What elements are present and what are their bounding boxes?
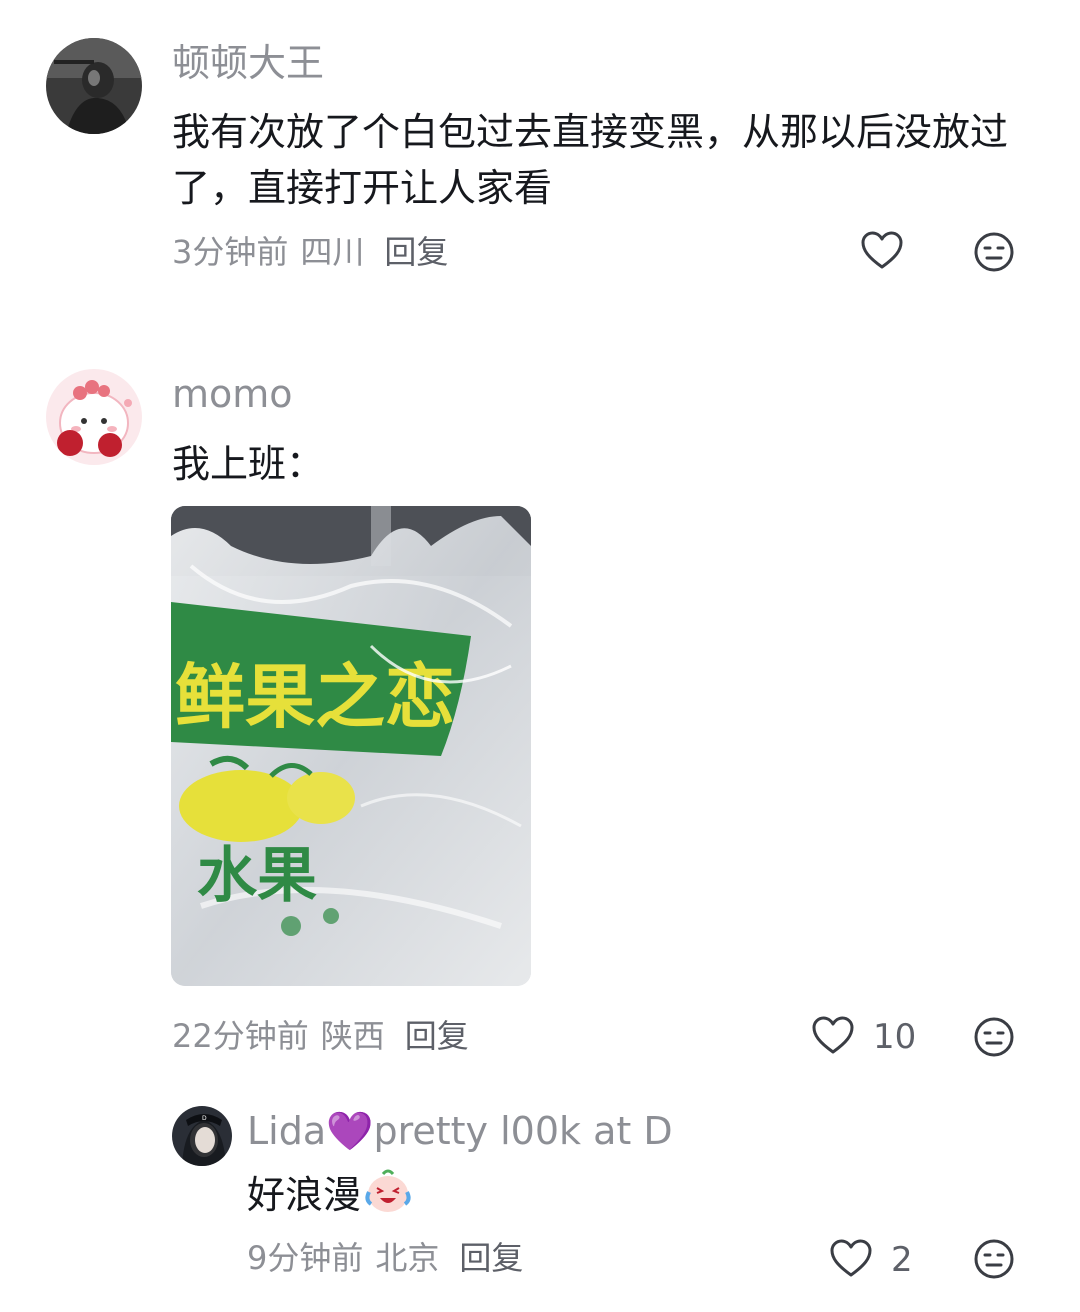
like-count: 10 <box>873 1017 917 1057</box>
heart-icon <box>811 1015 855 1059</box>
bag-lettering-bottom: 水果 <box>197 841 317 911</box>
location: 北京 <box>375 1239 440 1277</box>
timestamp: 3分钟前 <box>172 233 289 271</box>
bag-lettering-top: 鲜果之恋 <box>175 656 455 738</box>
reply-button[interactable]: 回复 <box>459 1239 523 1277</box>
reply-text: 好浪漫 <box>247 1173 362 1217</box>
comment-image[interactable]: 鲜果之恋 水果 <box>171 506 531 986</box>
avatar[interactable] <box>46 38 142 134</box>
location: 陕西 <box>320 1017 385 1055</box>
avatar-image <box>46 38 142 134</box>
timestamp: 22分钟前 <box>172 1017 309 1055</box>
comment-text: 好浪漫 <box>247 1166 947 1231</box>
plastic-bag-photo: 鲜果之恋 水果 <box>171 506 531 986</box>
like-button[interactable]: 2 <box>829 1238 913 1282</box>
reply-button[interactable]: 回复 <box>384 233 448 271</box>
location: 四川 <box>300 233 365 271</box>
username[interactable]: momo <box>172 371 293 417</box>
comment-text: 我有次放了个白包过去直接变黑，从那以后没放过了，直接打开让人家看 <box>172 110 1009 210</box>
dislike-face-icon[interactable] <box>973 1016 1015 1062</box>
dislike-face-icon[interactable] <box>973 1238 1015 1284</box>
username[interactable]: Lida💜pretty l00k at D <box>247 1108 673 1154</box>
reply-button[interactable]: 回复 <box>405 1017 469 1055</box>
dislike-face-icon[interactable] <box>973 231 1015 277</box>
like-button[interactable]: 10 <box>811 1015 916 1059</box>
crying-laughing-emoji-icon <box>363 1166 413 1231</box>
comment-meta: 9分钟前 北京 回复 <box>247 1238 523 1278</box>
avatar[interactable] <box>46 369 142 465</box>
comment-text: 我上班： <box>172 442 325 486</box>
heart-icon <box>860 230 904 274</box>
avatar[interactable]: D <box>172 1106 232 1166</box>
like-button[interactable] <box>860 230 922 274</box>
timestamp: 9分钟前 <box>247 1239 364 1277</box>
comment-meta: 3分钟前 四川 回复 <box>172 232 448 272</box>
svg-text:D: D <box>202 1115 207 1122</box>
heart-icon <box>829 1238 873 1282</box>
username[interactable]: 顿顿大王 <box>172 40 324 86</box>
avatar-image <box>46 369 142 465</box>
comment-meta: 22分钟前 陕西 回复 <box>172 1016 469 1056</box>
avatar-image: D <box>172 1106 232 1166</box>
comment-thread: 顿顿大王 我有次放了个白包过去直接变黑，从那以后没放过了，直接打开让人家看 3分… <box>0 0 1080 1312</box>
like-count: 2 <box>891 1240 913 1280</box>
